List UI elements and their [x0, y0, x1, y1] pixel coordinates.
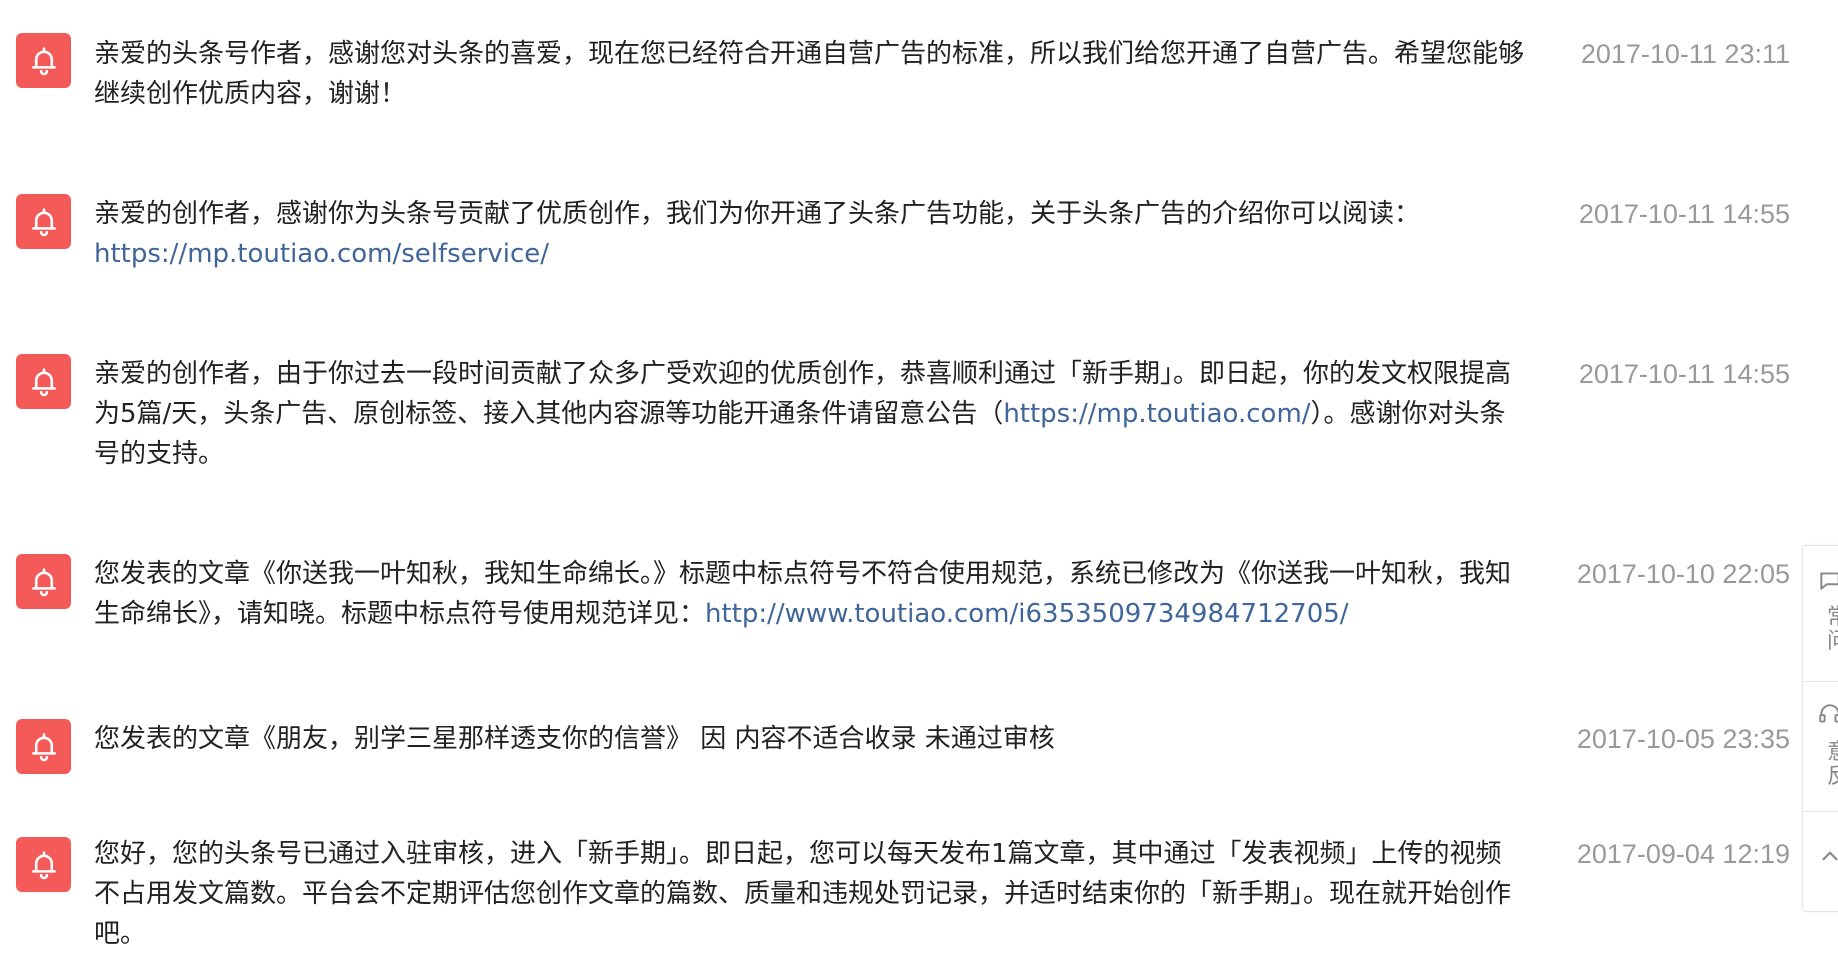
- notification-message: 您发表的文章《你送我一叶知秋，我知生命绵长。》标题中标点符号不符合使用规范，系统…: [94, 554, 1524, 634]
- notification-item: 您发表的文章《朋友，别学三星那样透支你的信誉》 因 内容不适合收录 未通过审核 …: [0, 685, 1800, 795]
- notification-timestamp: 2017-10-11 14:55: [1578, 199, 1790, 229]
- notification-link[interactable]: http://www.toutiao.com/i6353509734984712…: [705, 599, 1349, 629]
- arrow-up-icon: [1822, 851, 1838, 861]
- notification-message: 您发表的文章《朋友，别学三星那样透支你的信誉》 因 内容不适合收录 未通过审核: [94, 719, 1524, 759]
- bell-icon: [16, 194, 71, 249]
- notification-text: 您发表的文章《朋友，别学三星那样透支你的信誉》 因 内容不适合收录 未通过审核: [94, 724, 1055, 754]
- notification-text: 亲爱的创作者，感谢你为头条号贡献了优质创作，我们为你开通了头条广告功能，关于头条…: [94, 199, 1421, 229]
- notification-link[interactable]: https://mp.toutiao.com/: [1003, 399, 1310, 429]
- notification-item: 您发表的文章《你送我一叶知秋，我知生命绵长。》标题中标点符号不符合使用规范，系统…: [0, 520, 1800, 685]
- side-item-label: 常问: [1827, 606, 1838, 654]
- notification-text: 您好，您的头条号已通过入驻审核，进入「新手期」。即日起，您可以每天发布1篇文章，…: [94, 839, 1512, 949]
- notification-message: 亲爱的头条号作者，感谢您对头条的喜爱，现在您已经符合开通自营广告的标准，所以我们…: [94, 34, 1524, 114]
- bell-icon: [16, 837, 71, 892]
- bell-icon: [16, 719, 71, 774]
- floating-side-panel: 常问 意反: [1802, 545, 1838, 912]
- notification-list: 亲爱的头条号作者，感谢您对头条的喜爱，现在您已经符合开通自营广告的标准，所以我们…: [0, 0, 1800, 950]
- chat-bubble-icon: [1820, 572, 1838, 590]
- bell-icon: [16, 354, 71, 409]
- bell-icon: [16, 554, 71, 609]
- headset-icon: [1819, 704, 1838, 723]
- notification-message: 您好，您的头条号已通过入驻审核，进入「新手期」。即日起，您可以每天发布1篇文章，…: [94, 834, 1524, 954]
- notification-item: 您好，您的头条号已通过入驻审核，进入「新手期」。即日起，您可以每天发布1篇文章，…: [0, 810, 1800, 950]
- side-item-label: 意反: [1827, 741, 1838, 789]
- side-item-faq[interactable]: 常问: [1803, 546, 1838, 682]
- notification-timestamp: 2017-09-04 12:19: [1576, 839, 1790, 869]
- notification-item: 亲爱的头条号作者，感谢您对头条的喜爱，现在您已经符合开通自营广告的标准，所以我们…: [0, 0, 1800, 140]
- notification-message: 亲爱的创作者，由于你过去一段时间贡献了众多广受欢迎的优质创作，恭喜顺利通过「新手…: [94, 354, 1524, 474]
- bell-icon: [16, 33, 71, 88]
- notification-timestamp: 2017-10-11 23:11: [1580, 39, 1790, 69]
- notification-link[interactable]: https://mp.toutiao.com/selfservice/: [94, 239, 549, 269]
- notification-item: 亲爱的创作者，感谢你为头条号贡献了优质创作，我们为你开通了头条广告功能，关于头条…: [0, 140, 1800, 300]
- notification-item: 亲爱的创作者，由于你过去一段时间贡献了众多广受欢迎的优质创作，恭喜顺利通过「新手…: [0, 300, 1800, 520]
- notification-timestamp: 2017-10-11 14:55: [1578, 359, 1790, 389]
- side-item-feedback[interactable]: 意反: [1803, 681, 1838, 812]
- notification-timestamp: 2017-10-10 22:05: [1576, 559, 1790, 589]
- notification-timestamp: 2017-10-05 23:35: [1576, 724, 1790, 754]
- notification-text: 亲爱的头条号作者，感谢您对头条的喜爱，现在您已经符合开通自营广告的标准，所以我们…: [94, 39, 1525, 109]
- notification-message: 亲爱的创作者，感谢你为头条号贡献了优质创作，我们为你开通了头条广告功能，关于头条…: [94, 194, 1524, 274]
- side-item-back-to-top[interactable]: [1803, 811, 1838, 911]
